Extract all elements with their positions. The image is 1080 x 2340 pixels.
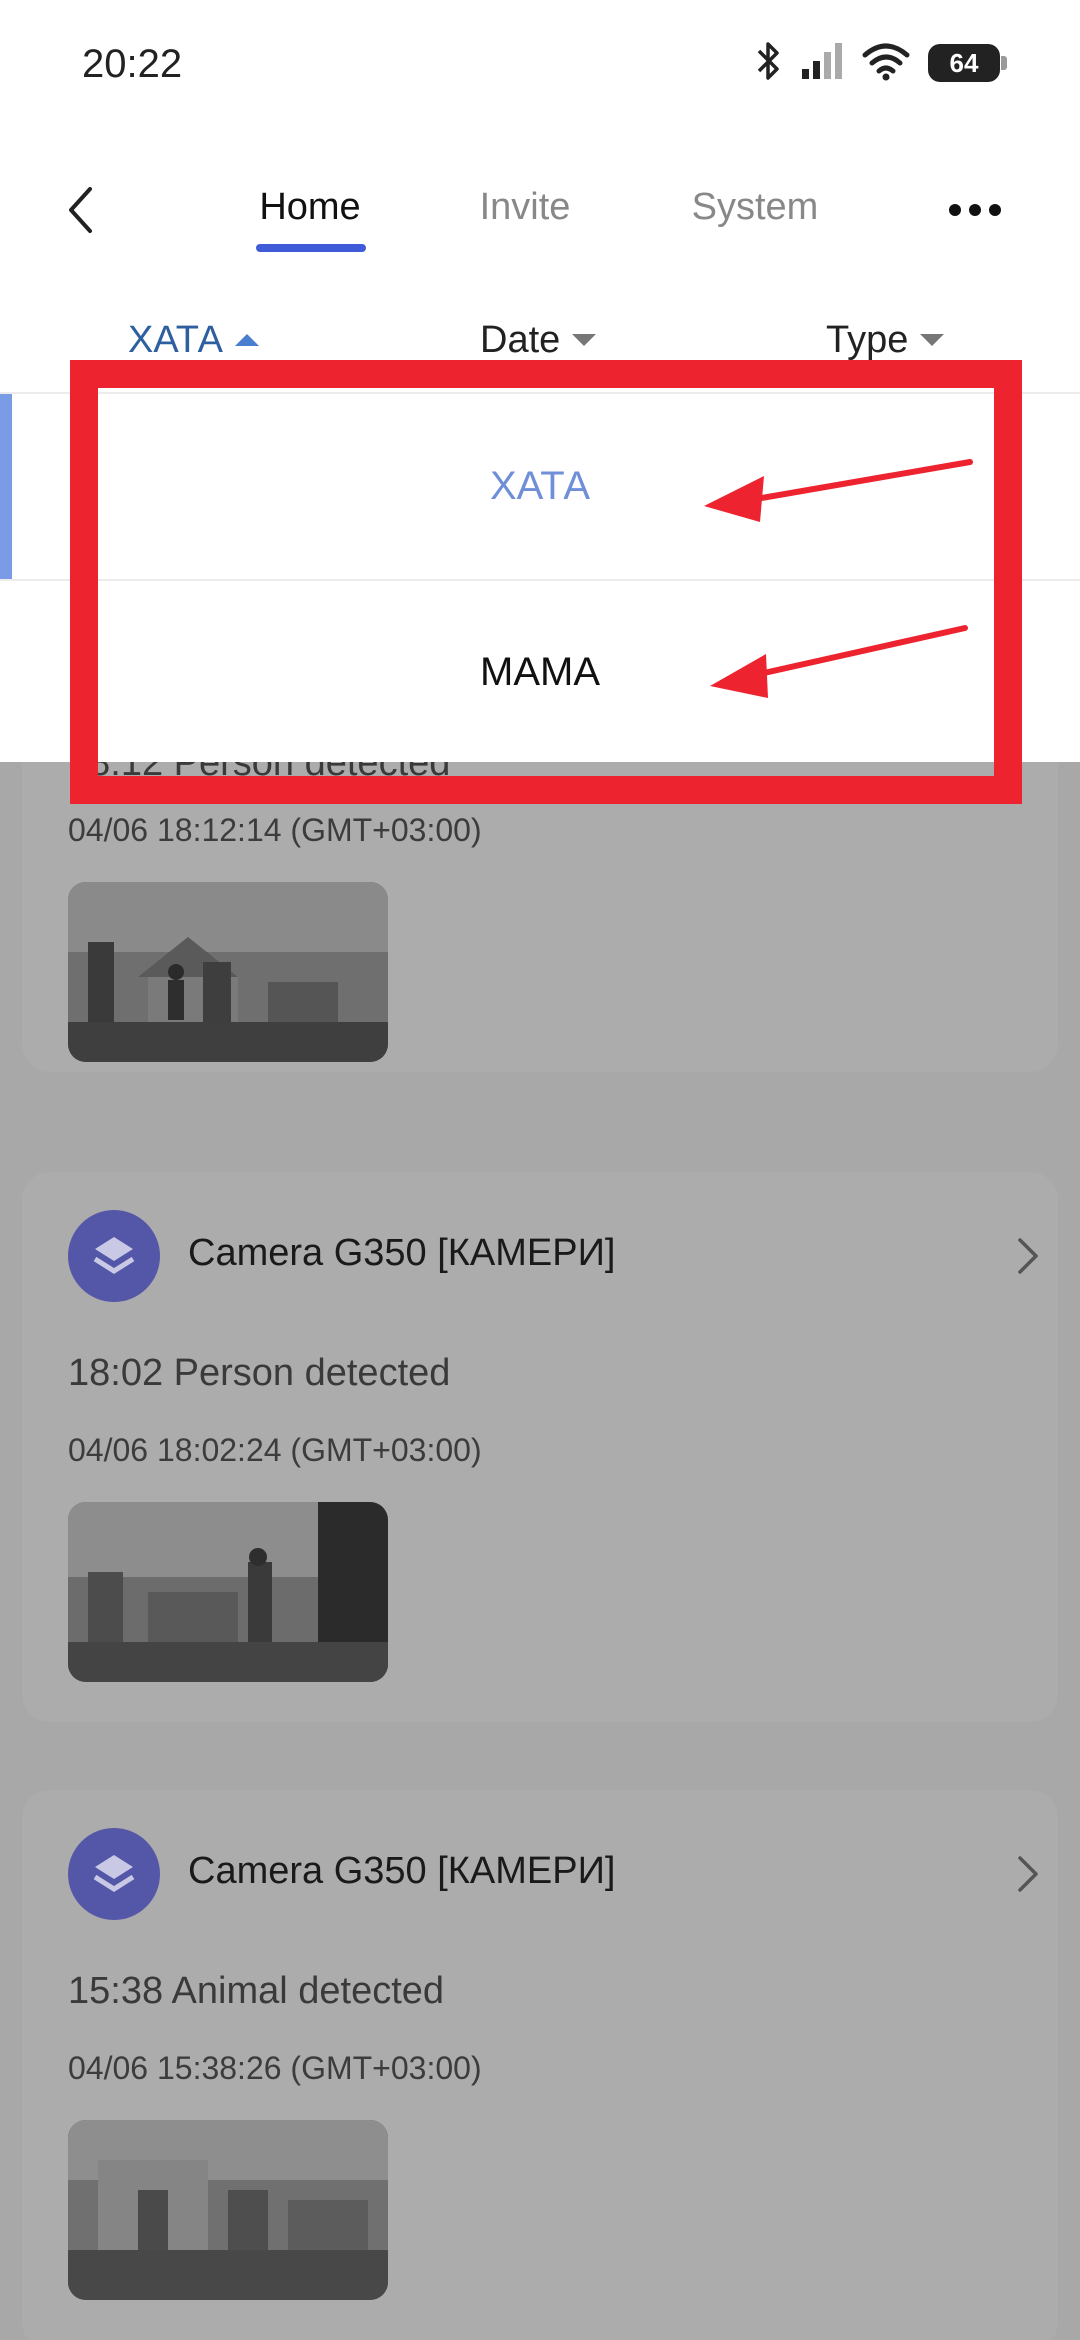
wifi-icon: [862, 41, 910, 86]
status-icons: 64: [756, 40, 1007, 87]
caret-down-icon: [572, 334, 597, 346]
event-thumbnail[interactable]: [68, 1502, 388, 1682]
chevron-left-icon: [69, 187, 92, 233]
signal-icon: [800, 41, 844, 86]
camera-header[interactable]: Camera G350 [КАМЕРИ]: [68, 1828, 1048, 1920]
event-title: 18:12 Person detected: [68, 762, 451, 784]
event-title: 18:02 Person detected: [68, 1352, 451, 1394]
date-filter[interactable]: Date: [480, 310, 597, 370]
battery-icon: 64: [928, 44, 1007, 82]
event-card[interactable]: Camera G350 [КАМЕРИ] 15:38 Animal detect…: [22, 1790, 1058, 2340]
back-button[interactable]: [50, 170, 110, 250]
type-filter-label: Type: [826, 318, 909, 361]
layers-icon: [93, 1237, 135, 1274]
chevron-right-icon: [1008, 1850, 1048, 1898]
caret-up-icon: [235, 334, 260, 346]
status-time: 20:22: [82, 42, 183, 86]
tab-invite[interactable]: Invite: [460, 172, 590, 242]
tab-system[interactable]: System: [680, 172, 830, 242]
filter-bar: ХАТА Date Type: [0, 290, 1080, 390]
dropdown-option-mama[interactable]: МАМА: [0, 579, 1080, 764]
chevron-right-icon: [1008, 1232, 1048, 1280]
event-title: 15:38 Animal detected: [68, 1970, 445, 2012]
more-dot: [969, 204, 981, 216]
type-filter[interactable]: Type: [826, 310, 945, 370]
event-feed: 18:12 Person detected 04/06 18:12:14 (GM…: [0, 762, 1080, 2340]
active-tab-indicator: [256, 244, 366, 252]
camera-name: Camera G350 [КАМЕРИ]: [188, 1232, 616, 1274]
camera-avatar: [68, 1210, 160, 1302]
dropdown-option-xata[interactable]: ХАТА: [0, 394, 1080, 579]
location-dropdown: ХАТА МАМА: [0, 392, 1080, 762]
camera-snapshot-image: [68, 882, 388, 1062]
event-thumbnail[interactable]: [68, 882, 388, 1062]
event-thumbnail[interactable]: [68, 2120, 388, 2300]
date-filter-label: Date: [480, 318, 561, 361]
dropdown-option-label: МАМА: [480, 650, 600, 694]
tab-home[interactable]: Home: [240, 172, 380, 242]
event-timestamp: 04/06 15:38:26 (GMT+03:00): [68, 2050, 482, 2086]
location-filter-label: ХАТА: [128, 318, 224, 361]
camera-header[interactable]: Camera G350 [КАМЕРИ]: [68, 1210, 1048, 1302]
camera-snapshot-image: [68, 2120, 388, 2300]
more-button[interactable]: [940, 185, 1010, 235]
camera-snapshot-image: [68, 1502, 388, 1682]
layers-icon: [93, 1855, 135, 1892]
event-timestamp: 04/06 18:12:14 (GMT+03:00): [68, 812, 482, 848]
status-bar: 20:22 64: [0, 0, 1080, 140]
more-dot: [949, 204, 961, 216]
caret-down-icon: [920, 334, 945, 346]
dropdown-option-label: ХАТА: [489, 464, 591, 508]
event-card[interactable]: 18:12 Person detected 04/06 18:12:14 (GM…: [22, 762, 1058, 1072]
camera-avatar: [68, 1828, 160, 1920]
event-timestamp: 04/06 18:02:24 (GMT+03:00): [68, 1432, 482, 1468]
selected-indicator: [0, 394, 12, 579]
top-nav: Home Invite System: [0, 140, 1080, 280]
camera-name: Camera G350 [КАМЕРИ]: [188, 1850, 616, 1892]
battery-level: 64: [949, 47, 979, 78]
bluetooth-icon: [756, 40, 782, 87]
location-filter[interactable]: ХАТА: [128, 310, 260, 370]
more-dot: [989, 204, 1001, 216]
event-card[interactable]: Camera G350 [КАМЕРИ] 18:02 Person detect…: [22, 1172, 1058, 1722]
